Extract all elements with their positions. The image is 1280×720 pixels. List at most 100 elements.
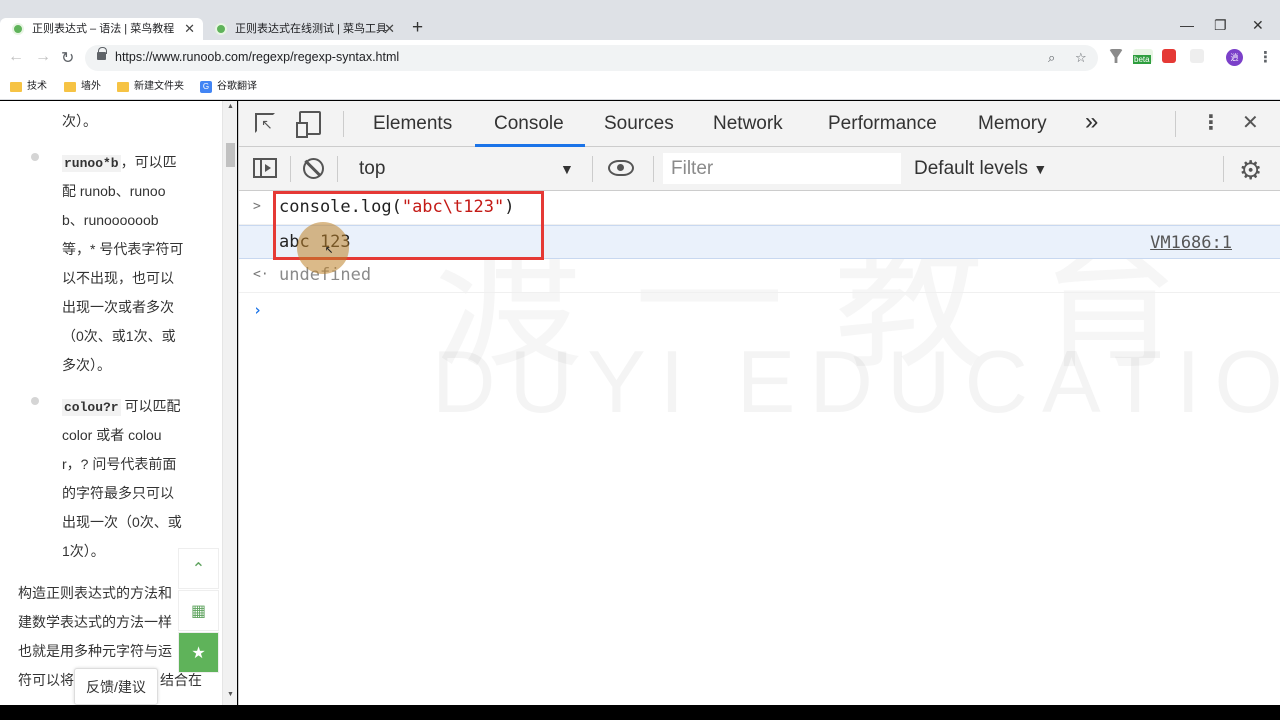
tab-console[interactable]: Console xyxy=(494,113,564,135)
console-toolbar: top ▼ Default levels ▼ ⚙ xyxy=(239,147,1280,191)
list-bullet xyxy=(31,397,39,405)
page-text: 建数学表达式的方法一样 xyxy=(18,614,172,630)
bookmark-tech[interactable]: 技术 xyxy=(10,79,47,95)
address-bar[interactable]: https://www.runoob.com/regexp/regexp-syn… xyxy=(85,45,1098,71)
divider xyxy=(343,111,344,137)
runoob-favicon-icon xyxy=(12,23,24,35)
console-prompt-line[interactable]: › xyxy=(239,293,1280,327)
extension-blank-icon[interactable] xyxy=(1190,49,1204,63)
page-text: 1次）。 xyxy=(62,543,105,559)
page-text: color 或者 colou xyxy=(62,427,162,443)
tab-sources[interactable]: Sources xyxy=(604,113,674,135)
devtools-tabbar: Elements Console Sources Network Perform… xyxy=(239,101,1280,147)
lock-icon xyxy=(97,47,107,60)
tab-network[interactable]: Network xyxy=(713,113,783,135)
page-text: （0次、或1次、或 xyxy=(62,328,176,344)
mouse-cursor-icon: ↖ xyxy=(325,241,334,257)
device-toolbar-icon[interactable] xyxy=(296,111,321,138)
reload-icon[interactable]: ↻ xyxy=(61,48,74,68)
levels-label: Default levels xyxy=(914,158,1029,179)
divider xyxy=(337,156,338,182)
browser-toolbar: ← → ↻ https://www.runoob.com/regexp/rege… xyxy=(0,40,1280,76)
page-text: 次）。 xyxy=(62,113,97,129)
page-scrollbar[interactable]: ▲ ▼ xyxy=(222,101,237,705)
divider xyxy=(592,156,593,182)
forward-icon[interactable]: → xyxy=(35,48,51,66)
maximize-icon[interactable]: ❐ xyxy=(1214,17,1227,34)
console-output[interactable]: > console.log("abc\t123") abc 123 VM1686… xyxy=(239,191,1280,705)
divider xyxy=(1175,111,1176,137)
browser-tabstrip: 正则表达式 – 语法 | 菜鸟教程 ✕ 正则表达式在线测试 | 菜鸟工具 ✕ +… xyxy=(0,0,1280,40)
bookmark-label: 谷歌翻译 xyxy=(217,81,257,92)
live-expression-eye-icon[interactable] xyxy=(608,160,634,176)
bookmark-label: 技术 xyxy=(27,81,47,92)
close-window-icon[interactable]: ✕ xyxy=(1252,17,1264,34)
chrome-menu-icon[interactable]: ⋮ xyxy=(1258,48,1273,66)
devtools-menu-icon[interactable]: ⋮ xyxy=(1201,110,1221,135)
scroll-up-arrow-icon[interactable]: ▲ xyxy=(227,103,234,110)
bottom-bar xyxy=(0,705,1280,720)
divider xyxy=(1223,156,1224,182)
tab-elements[interactable]: Elements xyxy=(373,113,452,135)
log-levels-dropdown[interactable]: Default levels ▼ xyxy=(914,158,1047,180)
bookmark-abroad[interactable]: 墙外 xyxy=(64,79,101,95)
favorite-star-button[interactable]: ★ xyxy=(178,632,219,673)
console-filter-input[interactable] xyxy=(663,153,901,184)
extension-filter-icon[interactable] xyxy=(1109,49,1123,63)
bookmark-google-translate[interactable]: G 谷歌翻译 xyxy=(200,79,257,95)
minimize-icon[interactable]: — xyxy=(1180,17,1194,33)
extension-beta-icon[interactable]: beta xyxy=(1133,49,1153,64)
bookmark-star-icon[interactable]: ☆ xyxy=(1075,50,1087,66)
page-text: r，? 问号代表前面 xyxy=(62,456,177,472)
page-content: 次）。 runoo*b ，可以匹 配 runob、runoo b、runooooo… xyxy=(0,101,237,705)
zoom-icon[interactable]: ⌕ xyxy=(1048,50,1055,66)
page-text: b、runoooooob xyxy=(62,212,159,228)
page-text: runoo*b ，可以匹 xyxy=(62,152,177,172)
list-bullet xyxy=(31,153,39,161)
tab-title: 正则表达式 – 语法 | 菜鸟教程 xyxy=(32,23,175,35)
scroll-top-button[interactable]: ⌃ xyxy=(178,548,219,589)
profile-avatar[interactable]: 逍 xyxy=(1226,49,1243,66)
beta-label: beta xyxy=(1133,55,1151,64)
qr-code-button[interactable]: ▦ xyxy=(178,590,219,631)
return-arrow-icon: <· xyxy=(253,267,269,282)
page-text: 可以匹配 xyxy=(124,398,181,414)
tab-title: 正则表达式在线测试 | 菜鸟工具 xyxy=(235,23,387,35)
dropdown-arrow-icon: ▼ xyxy=(560,161,574,177)
inspect-element-icon[interactable] xyxy=(255,113,275,133)
folder-icon xyxy=(117,82,129,92)
bookmark-label: 新建文件夹 xyxy=(134,81,184,92)
console-settings-gear-icon[interactable]: ⚙ xyxy=(1239,155,1262,186)
back-icon[interactable]: ← xyxy=(8,48,24,66)
tab-regexp-syntax[interactable]: 正则表达式 – 语法 | 菜鸟教程 ✕ xyxy=(0,18,203,40)
new-tab-button[interactable]: + xyxy=(412,17,423,39)
context-selector[interactable]: top ▼ xyxy=(347,154,587,184)
dropdown-arrow-icon: ▼ xyxy=(1033,161,1048,177)
scrollbar-thumb[interactable] xyxy=(226,143,235,167)
bookmark-new-folder[interactable]: 新建文件夹 xyxy=(117,79,184,95)
google-translate-icon: G xyxy=(200,81,212,93)
code-snippet: runoo*b xyxy=(62,155,121,172)
tab-memory[interactable]: Memory xyxy=(978,113,1047,135)
close-tab-icon[interactable]: ✕ xyxy=(184,18,195,40)
extension-red-icon[interactable] xyxy=(1162,49,1176,63)
context-value: top xyxy=(359,158,386,179)
close-devtools-icon[interactable]: ✕ xyxy=(1242,110,1259,135)
more-tabs-icon[interactable]: » xyxy=(1085,108,1098,136)
scroll-down-arrow-icon[interactable]: ▼ xyxy=(227,691,234,698)
code-snippet: colou?r xyxy=(62,399,121,416)
divider xyxy=(290,156,291,182)
source-link[interactable]: VM1686:1 xyxy=(1150,233,1232,253)
close-tab-icon[interactable]: ✕ xyxy=(384,18,395,40)
page-text: 也就是用多种元字符与运 xyxy=(18,643,172,659)
bookmarks-bar: 技术 墙外 新建文件夹 G 谷歌翻译 xyxy=(0,76,1280,100)
bookmark-label: 墙外 xyxy=(81,81,101,92)
tab-performance[interactable]: Performance xyxy=(828,113,937,135)
tab-regexp-online-test[interactable]: 正则表达式在线测试 | 菜鸟工具 ✕ xyxy=(203,18,403,40)
devtools-panel: 渡一教育 DUYI EDUCATION Elements Console Sou… xyxy=(238,101,1280,705)
clear-console-icon[interactable] xyxy=(303,158,324,179)
page-text: 配 runob、runoo xyxy=(62,183,166,199)
page-text: 等，* 号代表字符可 xyxy=(62,241,184,257)
show-sidebar-icon[interactable] xyxy=(253,158,277,178)
feedback-button[interactable]: 反馈/建议 xyxy=(74,668,158,705)
